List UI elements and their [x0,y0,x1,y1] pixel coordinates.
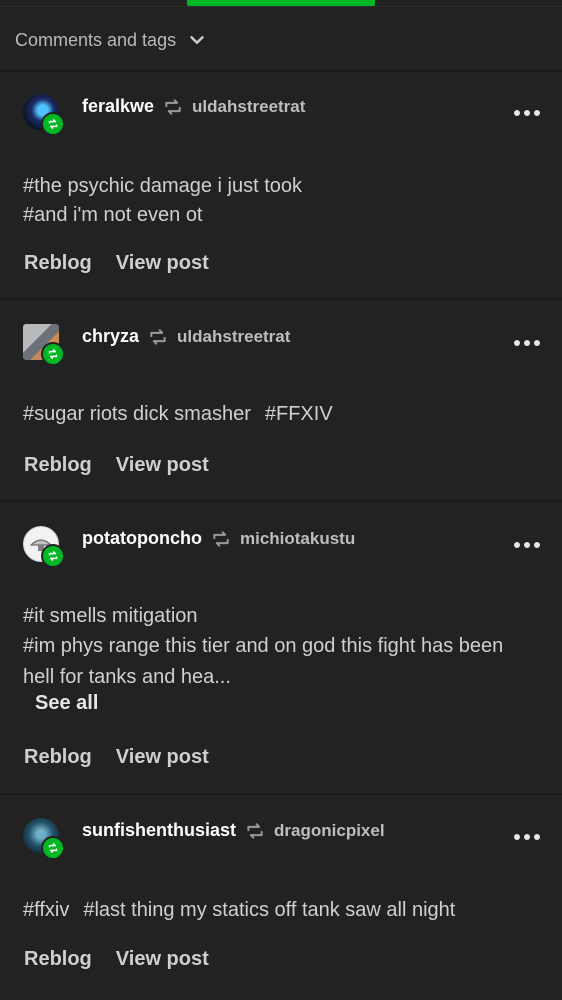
post-tags: #it smells mitigation #im phys range thi… [23,602,522,693]
tag[interactable]: #last thing my statics off tank saw all … [83,899,455,921]
tag[interactable]: #it smells mitigation [23,602,522,631]
username[interactable]: feralkwe [82,96,154,117]
post-tags: #sugar riots dick smasher #FFXIV [23,400,522,429]
post-userline: sunfishenthusiast dragonicpixel [82,820,385,841]
username[interactable]: sunfishenthusiast [82,820,236,841]
view-post-button[interactable]: View post [116,454,209,477]
tag[interactable]: #the psychic damage i just took [23,172,522,201]
more-options-icon[interactable] [514,832,540,842]
username[interactable]: chryza [82,326,139,347]
reblog-button[interactable]: Reblog [24,746,92,769]
post-userline: chryza uldahstreetrat [82,326,290,347]
reblog-button[interactable]: Reblog [24,252,92,275]
reblog-badge-icon [41,544,65,568]
reblog-source[interactable]: uldahstreetrat [192,97,305,117]
post-tags: #the psychic damage i just took #and i'm… [23,172,522,230]
top-divider [0,6,562,7]
view-post-button[interactable]: View post [116,252,209,275]
username[interactable]: potatoponcho [82,528,202,549]
reblog-icon [165,98,181,115]
post-userline: potatoponcho michiotakustu [82,528,355,549]
post-actions: Reblog View post [24,252,209,275]
reblog-source[interactable]: dragonicpixel [274,821,385,841]
reblog-icon [150,328,166,345]
view-post-button[interactable]: View post [116,746,209,769]
tag[interactable]: #im phys range this tier and on god this… [23,631,522,693]
post-divider [0,793,562,795]
header-divider [0,70,562,72]
post-divider [0,500,562,502]
post-userline: feralkwe uldahstreetrat [82,96,305,117]
tag[interactable]: #FFXIV [265,403,333,425]
post-actions: Reblog View post [24,948,209,971]
comments-and-tags-toggle[interactable]: Comments and tags [15,18,208,62]
more-options-icon[interactable] [514,338,540,348]
tag[interactable]: #ffxiv [23,899,69,921]
avatar[interactable] [23,324,65,366]
reblog-source[interactable]: michiotakustu [240,529,355,549]
section-title: Comments and tags [15,29,177,50]
reblog-button[interactable]: Reblog [24,454,92,477]
view-post-button[interactable]: View post [116,948,209,971]
reblog-icon [247,822,263,839]
chevron-down-icon [190,36,204,44]
reblog-badge-icon [41,836,65,860]
more-options-icon[interactable] [514,540,540,550]
reblog-badge-icon [41,112,65,136]
see-all-button[interactable]: See all [35,692,98,715]
reblog-icon [213,530,229,547]
post-divider [0,298,562,300]
post-actions: Reblog View post [24,746,209,769]
avatar[interactable] [23,526,65,568]
avatar[interactable] [23,94,65,136]
tag[interactable]: #and i'm not even ot [23,201,522,230]
avatar[interactable] [23,818,65,860]
reblog-badge-icon [41,342,65,366]
reblog-source[interactable]: uldahstreetrat [177,327,290,347]
more-options-icon[interactable] [514,108,540,118]
tag[interactable]: #sugar riots dick smasher [23,403,251,425]
reblog-button[interactable]: Reblog [24,948,92,971]
post-actions: Reblog View post [24,454,209,477]
post-tags: #ffxiv #last thing my statics off tank sa… [23,896,522,925]
